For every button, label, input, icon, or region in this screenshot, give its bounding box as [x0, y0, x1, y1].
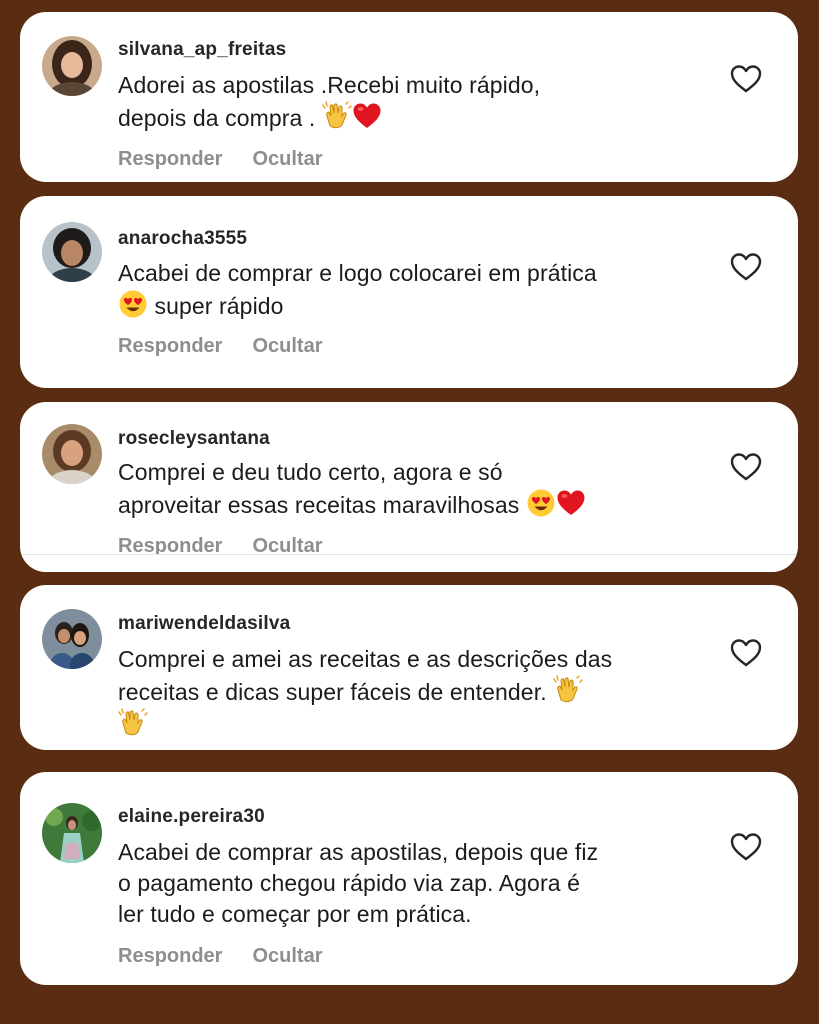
username[interactable]: silvana_ap_freitas: [118, 39, 286, 61]
comment-line: receitas e dicas super fáceis de entende…: [118, 679, 547, 705]
avatar[interactable]: [42, 36, 102, 96]
username[interactable]: rosecleysantana: [118, 428, 270, 450]
reply-button[interactable]: Responder: [118, 945, 222, 967]
comment-line: depois da compra .: [118, 105, 316, 131]
comment-actions: Responder Ocultar: [118, 335, 323, 358]
like-heart-icon[interactable]: [730, 452, 762, 482]
heart-eyes-face-icon: [526, 488, 556, 518]
comment-line: Acabei de comprar e logo colocarei em pr…: [118, 260, 597, 286]
clapping-hands-icon: [553, 675, 583, 705]
avatar[interactable]: [42, 609, 102, 669]
comment-text: Acabei de comprar e logo colocarei em pr…: [118, 258, 718, 322]
avatar[interactable]: [42, 222, 102, 282]
comment-actions: Responder Ocultar: [118, 148, 323, 171]
comment-text: Comprei e deu tudo certo, agora e só apr…: [118, 457, 718, 521]
clapping-hands-icon: [322, 101, 352, 131]
reply-button[interactable]: Responder: [118, 148, 222, 170]
comment-line: super rápido: [154, 293, 284, 319]
clapping-hands-icon: [118, 708, 148, 738]
like-heart-icon[interactable]: [730, 252, 762, 282]
username[interactable]: elaine.pereira30: [118, 806, 265, 828]
username[interactable]: mariwendeldasilva: [118, 613, 290, 635]
comment-text: Acabei de comprar as apostilas, depois q…: [118, 837, 718, 930]
comment-line: Comprei e amei as receitas e as descriçõ…: [118, 646, 613, 672]
comment-card: silvana_ap_freitas Adorei as apostilas .…: [20, 12, 798, 182]
like-heart-icon[interactable]: [730, 638, 762, 668]
hide-button[interactable]: Ocultar: [252, 945, 322, 967]
red-heart-icon: [556, 488, 586, 518]
heart-eyes-face-icon: [118, 289, 148, 319]
avatar[interactable]: [42, 424, 102, 484]
comment-line: ler tudo e começar por em prática.: [118, 901, 472, 927]
comment-actions: Responder Ocultar: [118, 945, 323, 968]
comment-line: aproveitar essas receitas maravilhosas: [118, 492, 520, 518]
hide-button[interactable]: Ocultar: [252, 148, 322, 170]
like-heart-icon[interactable]: [730, 64, 762, 94]
comment-card: elaine.pereira30 Acabei de comprar as ap…: [20, 772, 798, 985]
reply-button[interactable]: Responder: [118, 335, 222, 357]
comment-card: mariwendeldasilva Comprei e amei as rece…: [20, 585, 798, 750]
comment-text: Adorei as apostilas .Recebi muito rápido…: [118, 70, 718, 134]
card-bottom-mask: [20, 555, 798, 572]
comment-line: o pagamento chegou rápido via zap. Agora…: [118, 870, 580, 896]
hide-button[interactable]: Ocultar: [252, 335, 322, 357]
like-heart-icon[interactable]: [730, 832, 762, 862]
comment-line: Comprei e deu tudo certo, agora e só: [118, 459, 503, 485]
comment-line: Adorei as apostilas .Recebi muito rápido…: [118, 72, 541, 98]
comment-card: rosecleysantana Comprei e deu tudo certo…: [20, 402, 798, 572]
comment-text: Comprei e amei as receitas e as descriçõ…: [118, 644, 718, 741]
username[interactable]: anarocha3555: [118, 228, 247, 250]
red-heart-icon: [352, 101, 382, 131]
avatar[interactable]: [42, 803, 102, 863]
comment-line: Acabei de comprar as apostilas, depois q…: [118, 839, 599, 865]
comment-card: anarocha3555 Acabei de comprar e logo co…: [20, 196, 798, 388]
